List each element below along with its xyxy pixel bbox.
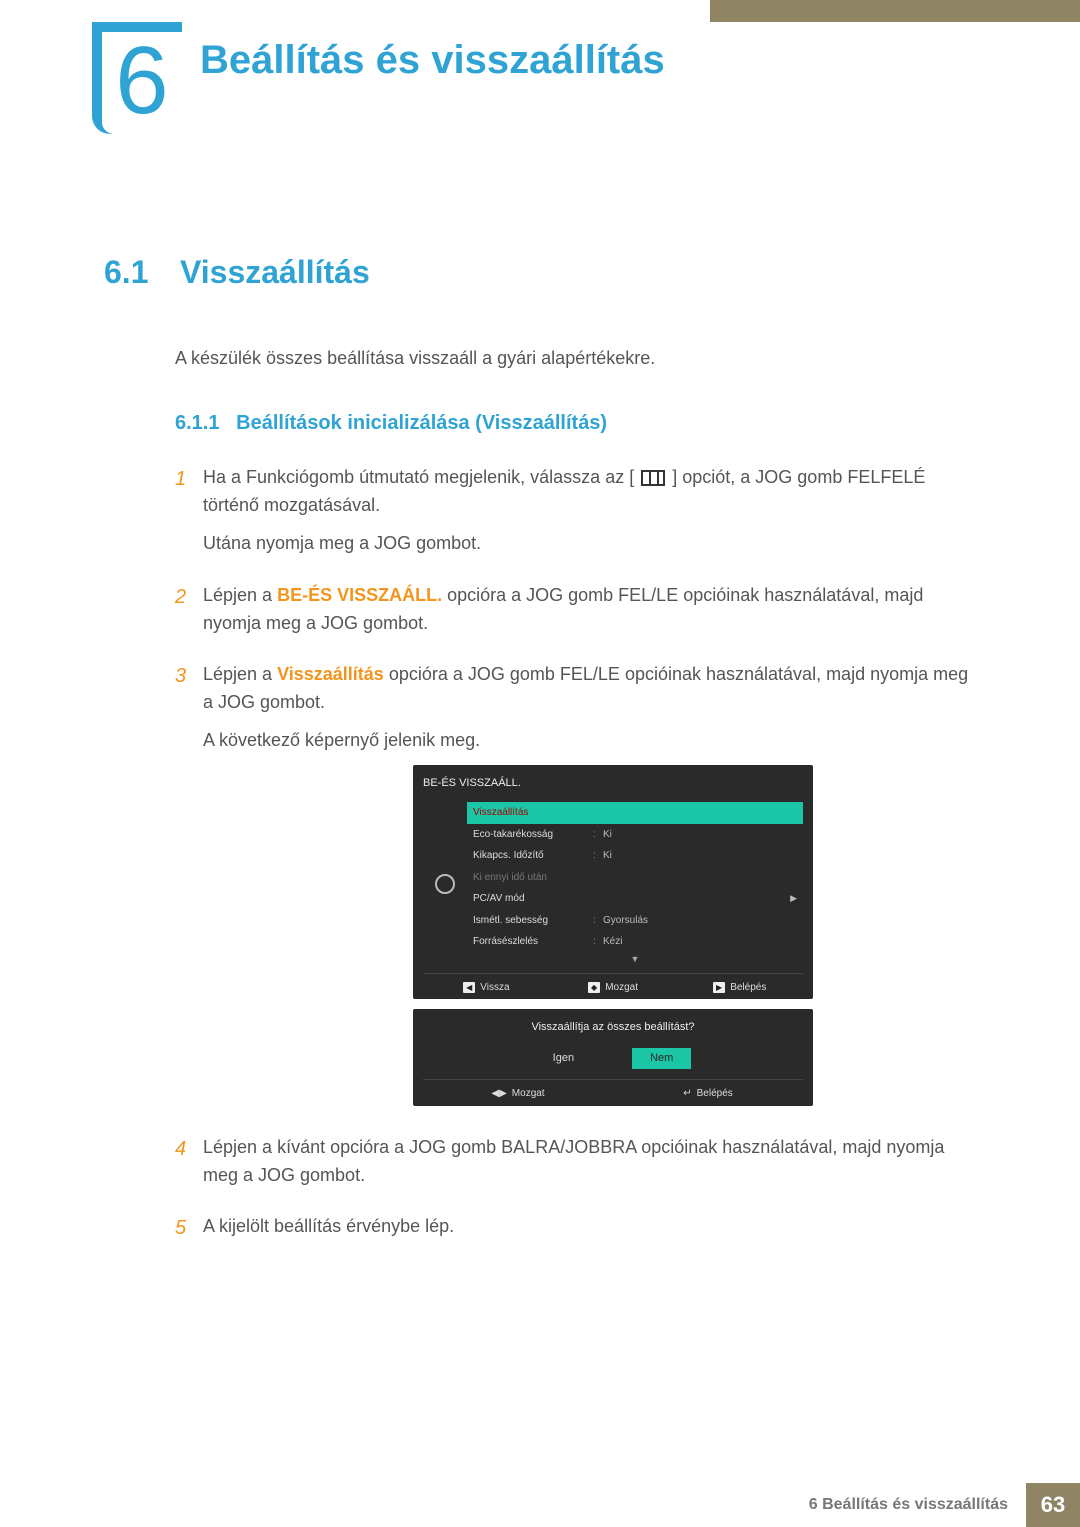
osd-row-label: Kikapcs. Időzítő [473, 848, 593, 864]
osd-row: Eco-takarékosság : Ki [467, 824, 803, 846]
chapter-tab: 6 [92, 22, 182, 134]
osd-row: Forrásészlelés : Kézi [467, 931, 803, 953]
footer-chapter-label: 6 Beállítás és visszaállítás [791, 1483, 1026, 1527]
caret-right-icon: ▶ [790, 892, 797, 906]
step-number: 3 [175, 661, 203, 1119]
subsection-title: Beállítások inicializálása (Visszaállítá… [236, 412, 607, 434]
step-text: A következő képernyő jelenik meg. [203, 727, 975, 755]
osd-footer-back: Vissza [480, 980, 509, 996]
step-2: 2 Lépjen a BE-ÉS VISSZAÁLL. opcióra a JO… [175, 582, 975, 648]
step-number: 5 [175, 1213, 203, 1251]
osd-row-label: PC/AV mód [473, 891, 593, 907]
subsection-heading: 6.1.1 Beállítások inicializálása (Vissza… [175, 412, 607, 435]
osd-row-value: Kézi [603, 934, 797, 950]
menu-icon [641, 470, 665, 486]
osd-row-label: Forrásészlelés [473, 934, 593, 950]
step-text: Lépjen a kívánt opcióra a JOG gomb BALRA… [203, 1134, 975, 1190]
osd-row: Kikapcs. Időzítő : Ki [467, 845, 803, 867]
osd-row-selected: Visszaállítás [467, 802, 803, 824]
section-title: Visszaállítás [180, 254, 370, 291]
step-3: 3 Lépjen a Visszaállítás opcióra a JOG g… [175, 661, 975, 1119]
osd-title: BE-ÉS VISSZAÁLL. [423, 773, 803, 802]
highlight-term: BE-ÉS VISSZAÁLL. [277, 585, 442, 605]
osd-screenshot: BE-ÉS VISSZAÁLL. Visszaállítás Eco-takar… [413, 765, 813, 1106]
osd-confirm-question: Visszaállítja az összes beállítást? [423, 1019, 803, 1036]
osd-row-value: Ki [603, 827, 797, 843]
step-text: Ha a Funkciógomb útmutató megjelenik, vá… [203, 467, 634, 487]
highlight-term: Visszaállítás [277, 664, 384, 684]
scroll-down-icon: ▼ [467, 953, 803, 967]
osd-footer-move: Mozgat [512, 1086, 545, 1102]
step-number: 2 [175, 582, 203, 648]
osd-row-disabled: Ki ennyi idő után [467, 867, 803, 889]
osd-footer-move: Mozgat [605, 980, 638, 996]
osd-category-icon [423, 802, 467, 966]
move-icon: ◀▶ [491, 1086, 506, 1102]
step-4: 4 Lépjen a kívánt opcióra a JOG gomb BAL… [175, 1134, 975, 1200]
chapter-title: Beállítás és visszaállítás [200, 38, 665, 83]
osd-confirm-footer: ◀▶ Mozgat ↵ Belépés [423, 1079, 803, 1102]
footer-page-number: 63 [1026, 1483, 1080, 1527]
osd-menu: BE-ÉS VISSZAÁLL. Visszaállítás Eco-takar… [413, 765, 813, 999]
osd-footer: ◀ Vissza ◆ Mozgat ▶ Belépés [423, 973, 803, 996]
chapter-number: 6 [115, 33, 168, 129]
osd-footer-enter: Belépés [730, 980, 766, 996]
header-accent-bar [710, 0, 1080, 22]
section-number: 6.1 [104, 254, 148, 291]
section-intro: A készülék összes beállítása visszaáll a… [175, 348, 655, 369]
osd-row-label: Visszaállítás [473, 805, 593, 821]
osd-row-label: Eco-takarékosság [473, 827, 593, 843]
osd-list: Visszaállítás Eco-takarékosság : Ki Kika… [467, 802, 803, 966]
osd-footer-enter: Belépés [697, 1086, 733, 1102]
page-footer: 6 Beállítás és visszaállítás 63 [0, 1483, 1080, 1527]
osd-row-value: Gyorsulás [603, 913, 797, 929]
step-text: A kijelölt beállítás érvénybe lép. [203, 1213, 975, 1241]
move-icon: ◆ [588, 982, 600, 993]
enter-icon: ▶ [713, 982, 725, 993]
osd-row: Ismétl. sebesség : Gyorsulás [467, 910, 803, 932]
osd-confirm-dialog: Visszaállítja az összes beállítást? Igen… [413, 1009, 813, 1106]
osd-row-value: Ki [603, 848, 797, 864]
step-number: 4 [175, 1134, 203, 1200]
osd-row: PC/AV mód ▶ [467, 888, 803, 910]
osd-confirm-no: Nem [632, 1048, 691, 1069]
gear-icon [435, 874, 455, 894]
step-1: 1 Ha a Funkciógomb útmutató megjelenik, … [175, 464, 975, 568]
osd-confirm-yes: Igen [535, 1048, 592, 1069]
step-5: 5 A kijelölt beállítás érvénybe lép. [175, 1213, 975, 1251]
osd-row-label: Ki ennyi idő után [473, 870, 593, 886]
step-text: Lépjen a [203, 585, 277, 605]
step-text: Lépjen a [203, 664, 277, 684]
steps-list: 1 Ha a Funkciógomb útmutató megjelenik, … [175, 464, 975, 1265]
subsection-number: 6.1.1 [175, 412, 219, 434]
osd-row-label: Ismétl. sebesség [473, 913, 593, 929]
step-number: 1 [175, 464, 203, 568]
step-text: Utána nyomja meg a JOG gombot. [203, 530, 975, 558]
back-icon: ◀ [463, 982, 475, 993]
enter-icon: ↵ [683, 1086, 691, 1102]
